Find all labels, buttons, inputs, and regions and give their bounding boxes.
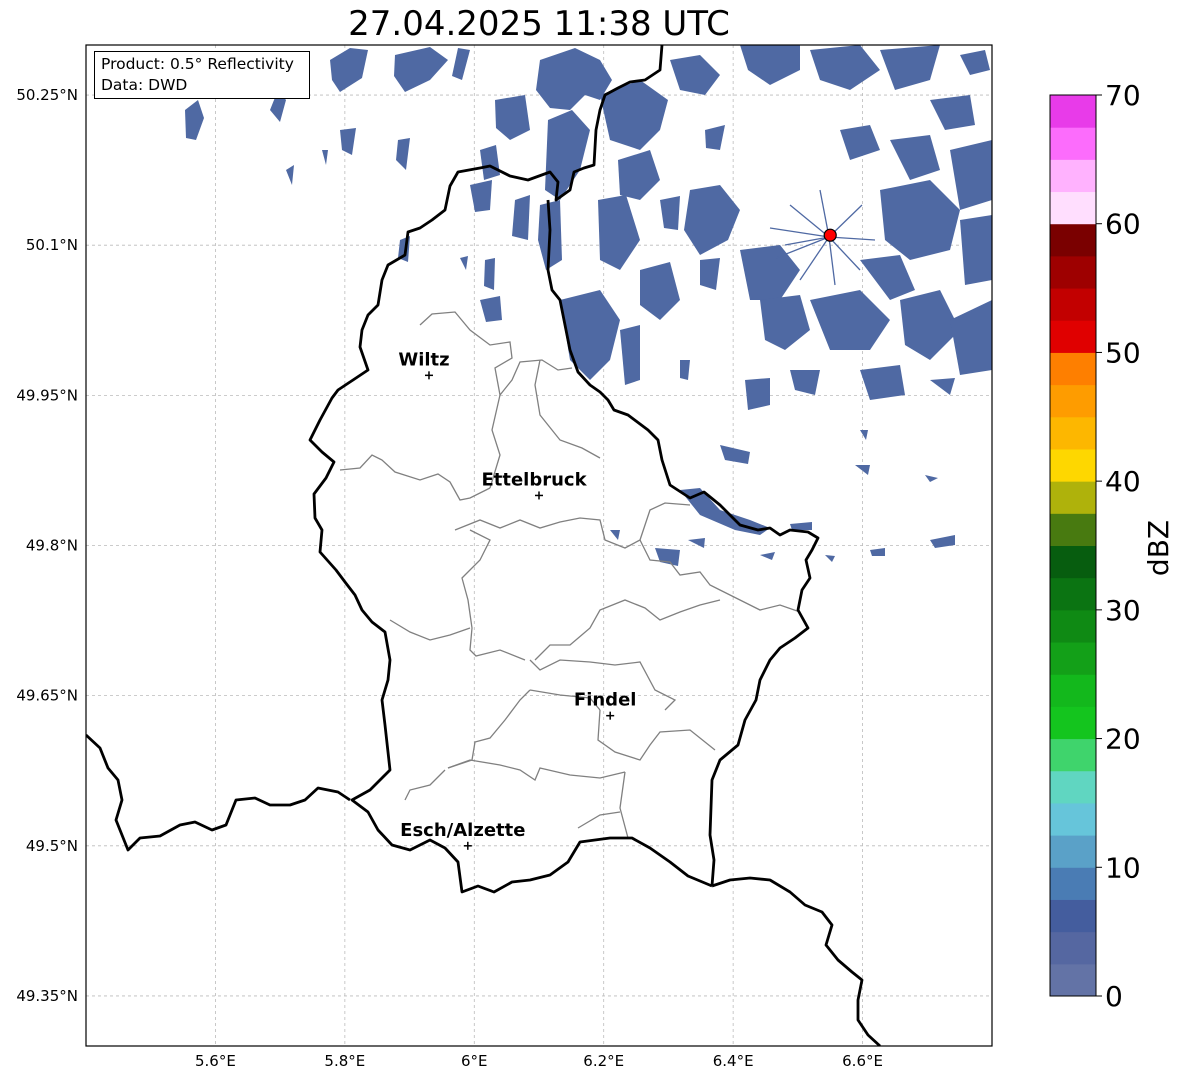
lon-tick-label: 6.6°E bbox=[842, 1052, 883, 1070]
colorbar-tick-label: 30 bbox=[1105, 594, 1141, 627]
colorbar-tick-label: 70 bbox=[1105, 79, 1141, 112]
colorbar-segment bbox=[1050, 931, 1096, 965]
map-plot-area: Wiltz Ettelbruck Findel Esch/Alzette bbox=[86, 45, 992, 1046]
lon-tick-label: 5.8°E bbox=[324, 1052, 365, 1070]
city-label: Esch/Alzette bbox=[400, 820, 525, 841]
lat-tick-label: 49.95°N bbox=[16, 386, 78, 404]
colorbar-segment bbox=[1050, 384, 1096, 418]
latitude-tick-labels: 50.25°N 50.1°N 49.95°N 49.8°N 49.65°N 49.5°N 4… bbox=[16, 86, 78, 1005]
product-text: Product: 0.5° Reflectivity bbox=[101, 55, 294, 73]
colorbar bbox=[1049, 94, 1097, 997]
colorbar-segment bbox=[1050, 899, 1096, 933]
lon-tick-label: 6.2°E bbox=[583, 1052, 624, 1070]
lat-tick-label: 49.8°N bbox=[26, 537, 78, 555]
colorbar-segment bbox=[1050, 352, 1096, 386]
colorbar-tick-label: 0 bbox=[1105, 980, 1123, 1013]
colorbar-segment bbox=[1050, 127, 1096, 160]
colorbar-tick-label: 40 bbox=[1105, 465, 1141, 498]
colorbar-segment bbox=[1050, 802, 1096, 836]
colorbar-segment bbox=[1050, 320, 1096, 353]
colorbar-segment bbox=[1050, 416, 1096, 450]
colorbar-segment bbox=[1050, 706, 1096, 740]
city-label: Wiltz bbox=[398, 349, 449, 370]
lon-tick-label: 6°E bbox=[461, 1052, 488, 1070]
lon-tick-label: 6.4°E bbox=[713, 1052, 754, 1070]
radar-site-marker bbox=[823, 228, 837, 242]
longitude-tick-labels: 5.6°E 5.8°E 6°E 6.2°E 6.4°E 6.6°E bbox=[195, 1052, 883, 1070]
colorbar-segment bbox=[1050, 95, 1096, 128]
colorbar-segment bbox=[1050, 513, 1096, 546]
colorbar-segment bbox=[1050, 835, 1096, 868]
city-label: Findel bbox=[574, 690, 637, 711]
colorbar-tick-label: 60 bbox=[1105, 208, 1141, 241]
product-info-box: Product: 0.5° Reflectivity Data: DWD bbox=[94, 51, 310, 99]
lat-tick-label: 49.65°N bbox=[16, 687, 78, 705]
colorbar-segment bbox=[1050, 159, 1096, 193]
colorbar-segment bbox=[1050, 674, 1096, 707]
lon-tick-label: 5.6°E bbox=[195, 1052, 236, 1070]
colorbar-tick-label: 50 bbox=[1105, 336, 1141, 369]
colorbar-segment bbox=[1050, 577, 1096, 611]
data-source-text: Data: DWD bbox=[101, 76, 188, 94]
colorbar-segment bbox=[1050, 191, 1096, 225]
colorbar-label: dBZ bbox=[1142, 520, 1175, 576]
lat-tick-label: 49.5°N bbox=[26, 837, 78, 855]
colorbar-segment bbox=[1050, 738, 1096, 772]
colorbar-segment bbox=[1050, 867, 1096, 900]
colorbar-segment bbox=[1050, 642, 1096, 675]
colorbar-segment bbox=[1050, 609, 1096, 643]
colorbar-tick-label: 10 bbox=[1105, 851, 1141, 884]
lat-tick-label: 50.1°N bbox=[26, 236, 78, 254]
city-label: Ettelbruck bbox=[481, 469, 587, 490]
radar-map: WiltzEttelbruckFindelEsch/Alzette 5.6°E 5… bbox=[16, 44, 1175, 1070]
colorbar-segment bbox=[1050, 448, 1096, 482]
lat-tick-label: 50.25°N bbox=[16, 86, 78, 104]
colorbar-tick-label: 20 bbox=[1105, 723, 1141, 756]
colorbar-segment bbox=[1050, 223, 1096, 257]
colorbar-segment bbox=[1050, 545, 1096, 579]
colorbar-tick-labels: 0 10 20 30 40 50 60 70 bbox=[1096, 79, 1141, 1013]
colorbar-segment bbox=[1050, 481, 1096, 514]
lat-tick-label: 49.35°N bbox=[16, 987, 78, 1005]
colorbar-segment bbox=[1050, 288, 1096, 321]
colorbar-segment bbox=[1050, 770, 1096, 804]
colorbar-segment bbox=[1050, 963, 1096, 997]
colorbar-segment bbox=[1050, 255, 1096, 289]
